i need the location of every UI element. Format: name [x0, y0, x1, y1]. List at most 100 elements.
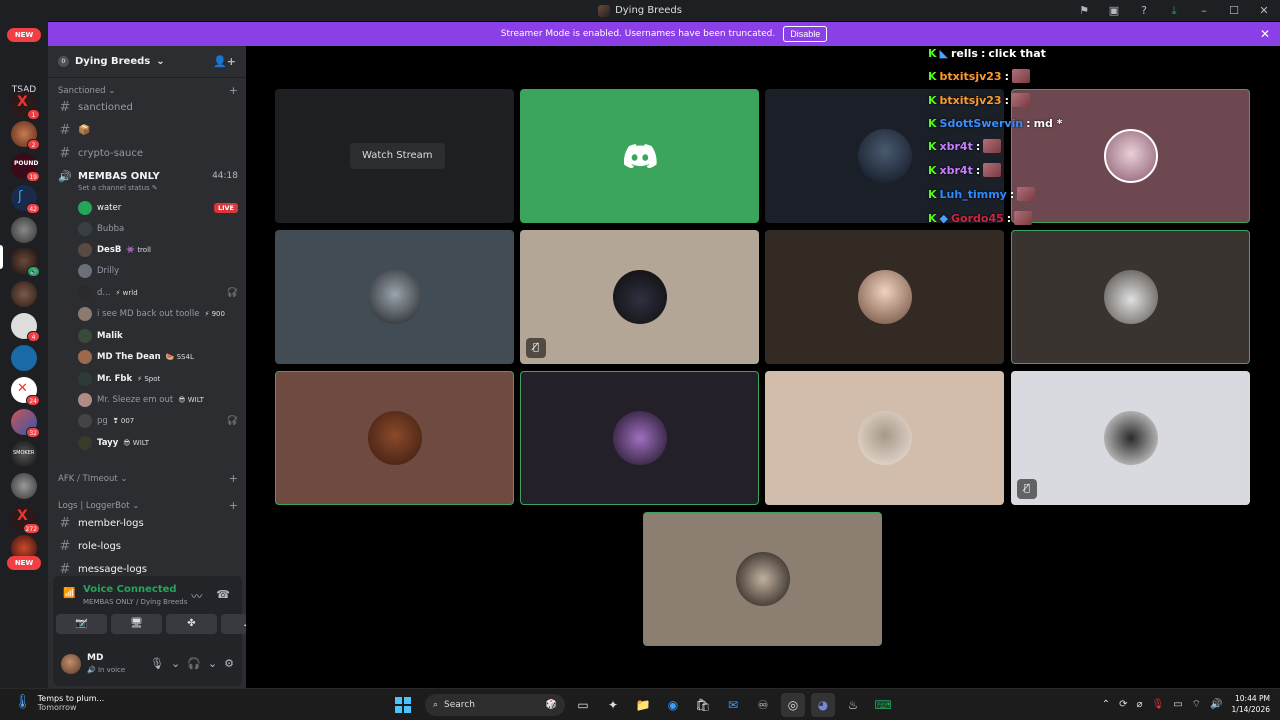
participant-tile[interactable]: [1011, 89, 1250, 223]
inbox-flag-icon[interactable]: ⚑: [1076, 4, 1092, 17]
server-icon[interactable]: [11, 217, 37, 243]
voice-user[interactable]: i see MD back out toolle ⚡ 900: [78, 305, 238, 323]
channel-crypto-sauce[interactable]: # crypto-sauce: [58, 144, 238, 162]
camera-off-button[interactable]: 📷̸: [56, 614, 107, 634]
voice-user[interactable]: Mr. Fbk ⚡ Spot: [78, 370, 238, 388]
voice-user[interactable]: Mr. Sleeze em out 😎 WILT: [78, 391, 238, 409]
new-unread-pill-top[interactable]: NEW: [7, 28, 41, 42]
voice-connected-subtitle[interactable]: MEMBAS ONLY / Dying Breeds: [83, 598, 187, 606]
server-icon[interactable]: 2: [11, 121, 40, 150]
create-channel-icon[interactable]: +: [229, 499, 238, 512]
participant-tile[interactable]: [1011, 230, 1250, 364]
invite-people-icon[interactable]: 👤+: [213, 55, 236, 68]
channel-box[interactable]: # 📦: [58, 121, 238, 139]
store-icon[interactable]: 🛍: [691, 693, 715, 717]
channel-sanctioned[interactable]: # sanctioned: [58, 98, 238, 116]
voice-user[interactable]: Tayy 😎 WILT: [78, 434, 238, 452]
disconnect-icon[interactable]: ☎: [216, 588, 230, 604]
category-afk[interactable]: AFK / TImeout ⌄ +: [58, 472, 238, 485]
volume-icon[interactable]: 🔊: [1210, 699, 1222, 710]
maximize-icon[interactable]: ☐: [1226, 4, 1242, 17]
participant-tile[interactable]: [520, 89, 759, 223]
noise-suppression-icon[interactable]: 〰: [191, 588, 202, 604]
voice-user[interactable]: d... ⚡ wrld 🎧̸: [78, 284, 238, 302]
voice-user[interactable]: Malik: [78, 327, 238, 345]
participant-tile[interactable]: [765, 230, 1004, 364]
create-channel-icon[interactable]: +: [229, 84, 238, 97]
minimize-icon[interactable]: –: [1196, 4, 1212, 17]
chevron-up-icon[interactable]: ⌃: [1102, 699, 1110, 710]
channel-role-logs[interactable]: # role-logs: [58, 537, 238, 555]
voice-user[interactable]: pg ❣ 007 🎧̸: [78, 412, 238, 430]
steam-icon[interactable]: ♨: [841, 693, 865, 717]
outlook-icon[interactable]: ✉: [721, 693, 745, 717]
gear-icon[interactable]: ⚙: [224, 657, 234, 670]
share-screen-button[interactable]: 🖥: [111, 614, 162, 634]
headphones-icon[interactable]: 🎧: [187, 657, 201, 670]
microphone-in-use-icon[interactable]: 🎙: [1152, 699, 1165, 710]
edge-icon[interactable]: ◉: [661, 693, 685, 717]
stream-tile-water[interactable]: Watch Stream: [275, 89, 514, 223]
voice-channel-membas-only[interactable]: 🔊 MEMBAS ONLY 44:18: [58, 168, 238, 184]
discord-icon[interactable]: ◕: [811, 693, 835, 717]
user-name[interactable]: MD: [87, 653, 103, 663]
participant-tile[interactable]: [765, 371, 1004, 505]
voice-user[interactable]: DesB 👾 troll: [78, 241, 238, 259]
chevron-down-icon[interactable]: ⌄: [208, 657, 217, 670]
screen-share-icon[interactable]: ▣: [1106, 4, 1122, 17]
close-window-icon[interactable]: ✕: [1256, 4, 1272, 17]
new-unread-pill-bottom[interactable]: NEW: [7, 556, 41, 570]
create-channel-icon[interactable]: +: [229, 472, 238, 485]
taskbar-search[interactable]: ⌕ Search 🎲: [425, 694, 565, 716]
sync-icon[interactable]: ⟳: [1119, 699, 1127, 710]
voice-user[interactable]: Bubba: [78, 220, 238, 238]
server-icon[interactable]: X 272: [11, 505, 40, 534]
close-banner-icon[interactable]: ✕: [1260, 27, 1270, 41]
copilot-icon[interactable]: ✦: [601, 693, 625, 717]
disable-streamer-mode-button[interactable]: Disable: [783, 26, 828, 42]
set-channel-status[interactable]: Set a channel status ✎: [78, 184, 158, 192]
app-icon[interactable]: ⌨: [871, 693, 895, 717]
server-icon-dying-breeds[interactable]: 🔊: [11, 248, 40, 277]
watch-stream-button[interactable]: Watch Stream: [350, 143, 445, 169]
weather-widget[interactable]: 🌡 Temps to plum... Tomorrow: [14, 694, 104, 712]
chevron-down-icon[interactable]: ⌄: [171, 657, 180, 670]
server-header[interactable]: 0 Dying Breeds ⌄ 👤+: [48, 46, 246, 78]
server-icon[interactable]: 32: [11, 409, 40, 438]
app-icon[interactable]: ♾: [751, 693, 775, 717]
windows-start-icon[interactable]: [395, 697, 411, 713]
participant-tile[interactable]: [520, 371, 759, 505]
participant-tile[interactable]: [275, 230, 514, 364]
activities-button[interactable]: ✤: [166, 614, 217, 634]
server-icon[interactable]: ʃ 42: [11, 185, 40, 214]
file-explorer-icon[interactable]: 📁: [631, 693, 655, 717]
participant-tile[interactable]: 🎙̸: [520, 230, 759, 364]
task-view-icon[interactable]: ▭: [571, 693, 595, 717]
battery-icon[interactable]: ▭: [1173, 699, 1182, 710]
download-icon[interactable]: ⤓: [1166, 4, 1182, 18]
voice-user[interactable]: Drilly: [78, 262, 238, 280]
participant-tile[interactable]: [643, 512, 882, 646]
chrome-icon[interactable]: ◎: [781, 693, 805, 717]
help-icon[interactable]: ?: [1136, 4, 1152, 17]
server-icon[interactable]: X1: [11, 91, 40, 120]
signal-strength-icon[interactable]: 📶: [63, 588, 75, 599]
network-off-icon[interactable]: ⌀: [1136, 699, 1142, 710]
avatar[interactable]: [61, 654, 81, 674]
clock[interactable]: 10:44 PM 1/14/2026: [1232, 693, 1270, 715]
participant-tile[interactable]: [275, 371, 514, 505]
participant-tile[interactable]: 🎙̸: [1011, 371, 1250, 505]
wifi-icon[interactable]: ⌔: [1192, 698, 1201, 711]
voice-user[interactable]: MD The Dean 🍉 SS4L: [78, 348, 238, 366]
category-logs[interactable]: Logs | LoggerBot ⌄ +: [58, 499, 238, 512]
server-icon[interactable]: [11, 473, 37, 499]
server-icon[interactable]: 4: [11, 313, 40, 342]
microphone-icon[interactable]: 🎙: [150, 657, 164, 670]
category-sanctioned[interactable]: Sanctioned ⌄ +: [58, 84, 238, 97]
channel-member-logs[interactable]: # member-logs: [58, 514, 238, 532]
voice-connected-title[interactable]: Voice Connected: [83, 584, 177, 595]
server-icon[interactable]: ✕ 24: [11, 377, 40, 406]
server-icon[interactable]: [11, 281, 37, 307]
server-icon[interactable]: POUND 19: [11, 153, 40, 182]
server-icon[interactable]: [11, 345, 37, 371]
